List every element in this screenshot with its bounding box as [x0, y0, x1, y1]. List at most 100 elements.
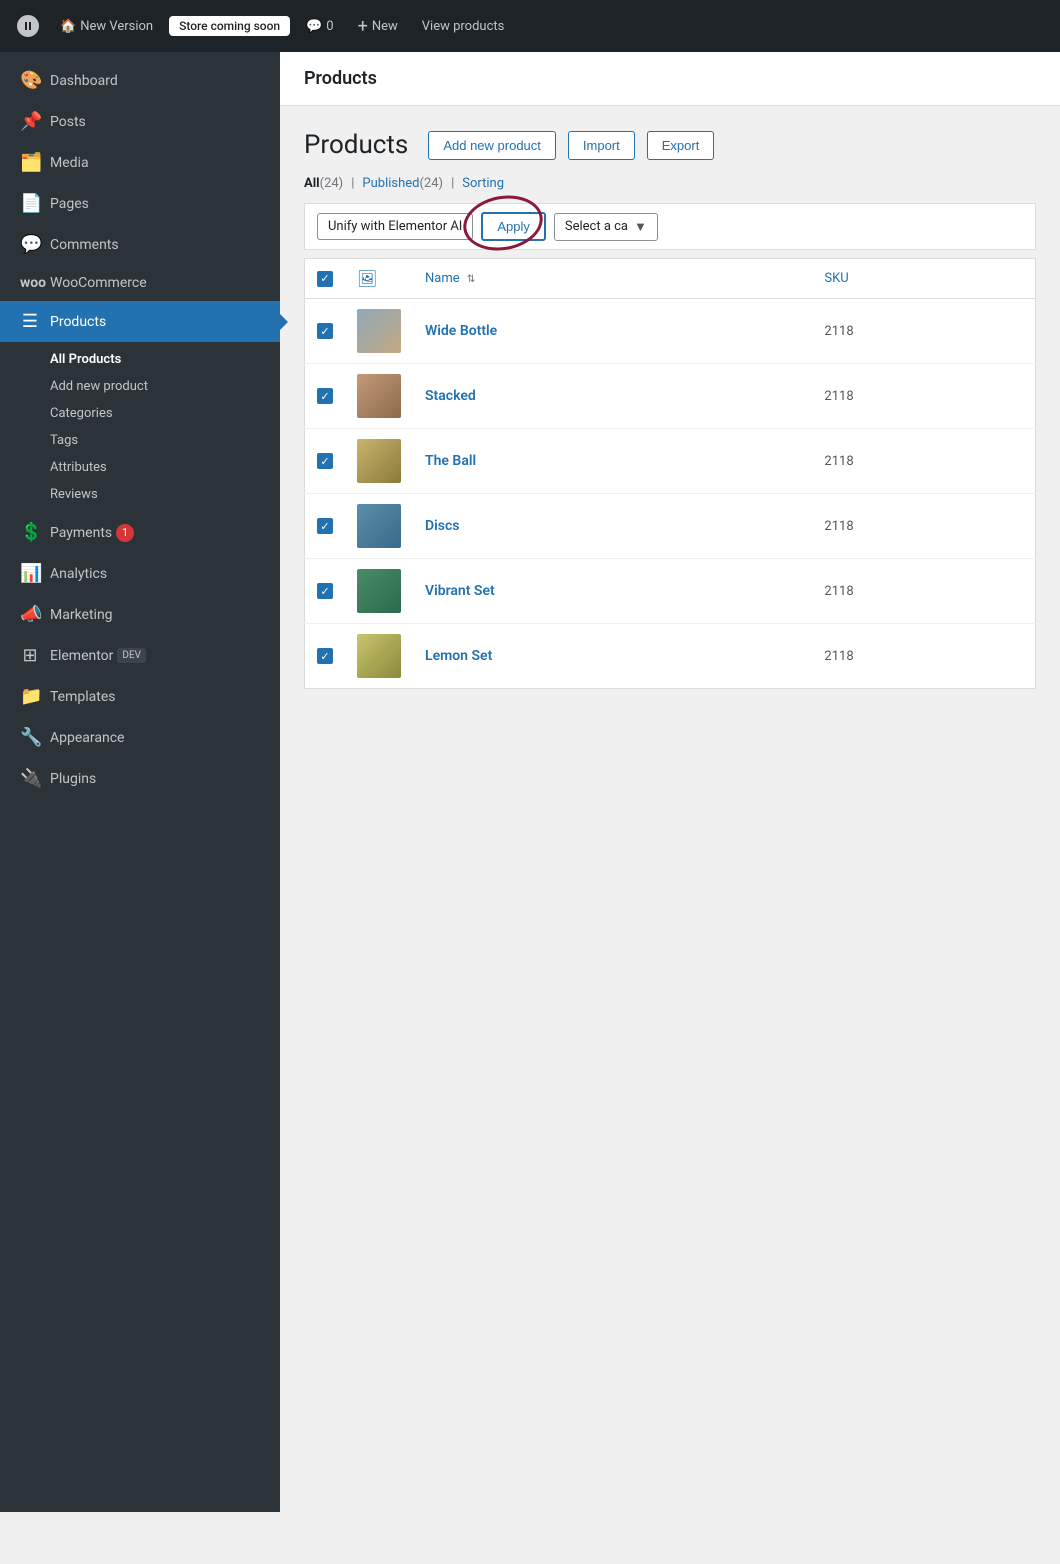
row-sku-cell: 2118 — [812, 429, 1035, 494]
row-name-cell: Stacked — [413, 364, 812, 429]
home-icon: 🏠 — [60, 19, 76, 34]
page-header: Products — [280, 52, 1060, 106]
store-coming-soon-badge[interactable]: Store coming soon — [169, 16, 290, 36]
select-all-checkbox[interactable] — [317, 271, 333, 287]
woocommerce-icon: woo — [20, 275, 40, 291]
product-name-link[interactable]: Lemon Set — [425, 648, 492, 664]
sidebar-item-payments[interactable]: 💲 Payments 1 — [0, 512, 280, 553]
row-checkbox-cell — [305, 299, 346, 364]
row-name-cell: Vibrant Set — [413, 559, 812, 624]
posts-icon: 📌 — [20, 111, 40, 132]
row-checkbox[interactable] — [317, 648, 333, 664]
marketing-icon: 📣 — [20, 604, 40, 625]
comment-bubble-icon: 💬 — [306, 19, 322, 34]
new-item[interactable]: + New — [350, 12, 406, 41]
th-name[interactable]: Name ⇅ — [413, 259, 812, 299]
subitem-reviews[interactable]: Reviews — [0, 481, 280, 508]
row-checkbox[interactable] — [317, 583, 333, 599]
view-products-item[interactable]: View products — [414, 15, 513, 38]
filter-sorting-link[interactable]: Sorting — [462, 176, 504, 191]
sidebar: 🎨 Dashboard 📌 Posts 🗂️ Media 📄 Pages 💬 C… — [0, 52, 280, 1512]
sidebar-item-pages[interactable]: 📄 Pages — [0, 183, 280, 224]
page-title: Products — [304, 68, 1036, 89]
name-sort-icon: ⇅ — [467, 274, 475, 285]
row-checkbox[interactable] — [317, 388, 333, 404]
row-image-cell — [345, 624, 413, 689]
row-checkbox-cell — [305, 624, 346, 689]
row-checkbox[interactable] — [317, 453, 333, 469]
products-icon: ☰ — [20, 311, 40, 332]
row-checkbox[interactable] — [317, 323, 333, 339]
product-thumbnail — [357, 309, 401, 353]
sidebar-item-elementor[interactable]: ⊞ Elementor DEV — [0, 635, 280, 676]
sidebar-item-dashboard[interactable]: 🎨 Dashboard — [0, 60, 280, 101]
row-name-cell: Wide Bottle — [413, 299, 812, 364]
product-name-link[interactable]: Vibrant Set — [425, 583, 495, 599]
products-submenu: All Products Add new product Categories … — [0, 342, 280, 512]
row-checkbox-cell — [305, 364, 346, 429]
apply-button-wrapper: Apply — [481, 212, 546, 241]
sidebar-item-analytics[interactable]: 📊 Analytics — [0, 553, 280, 594]
table-row: Discs 2118 — [305, 494, 1036, 559]
elementor-icon: ⊞ — [20, 645, 40, 666]
sidebar-item-templates[interactable]: 📁 Templates — [0, 676, 280, 717]
product-name-link[interactable]: Discs — [425, 518, 459, 534]
product-name-link[interactable]: The Ball — [425, 453, 476, 469]
sidebar-item-appearance[interactable]: 🔧 Appearance — [0, 717, 280, 758]
payments-icon: 💲 — [20, 522, 40, 543]
apply-button[interactable]: Apply — [481, 212, 546, 241]
sidebar-item-comments[interactable]: 💬 Comments — [0, 224, 280, 265]
product-name-link[interactable]: Wide Bottle — [425, 323, 497, 339]
row-image-cell — [345, 494, 413, 559]
product-name-link[interactable]: Stacked — [425, 388, 476, 404]
products-heading: Products — [304, 130, 408, 160]
subitem-all-products[interactable]: All Products — [0, 346, 280, 373]
sidebar-item-products[interactable]: ☰ Products — [0, 301, 280, 342]
export-button[interactable]: Export — [647, 131, 715, 160]
category-dropdown-icon: ▼ — [634, 219, 647, 235]
row-checkbox[interactable] — [317, 518, 333, 534]
new-version-item[interactable]: 🏠 New Version — [52, 15, 161, 38]
product-thumbnail — [357, 439, 401, 483]
comments-icon: 💬 — [20, 234, 40, 255]
templates-icon: 📁 — [20, 686, 40, 707]
sidebar-item-woocommerce[interactable]: woo WooCommerce — [0, 265, 280, 301]
sidebar-item-posts[interactable]: 📌 Posts — [0, 101, 280, 142]
product-thumbnail — [357, 569, 401, 613]
subitem-add-new-product[interactable]: Add new product — [0, 373, 280, 400]
row-sku-cell: 2118 — [812, 364, 1035, 429]
comments-item[interactable]: 💬 0 — [298, 15, 342, 38]
row-sku-cell: 2118 — [812, 559, 1035, 624]
th-checkbox — [305, 259, 346, 299]
elementor-dev-badge: DEV — [117, 648, 146, 663]
filter-all-label: All — [304, 176, 320, 191]
table-header-row: 🖼 Name ⇅ SKU — [305, 259, 1036, 299]
products-table-wrapper: 🖼 Name ⇅ SKU — [304, 258, 1036, 689]
wp-logo-icon[interactable] — [12, 10, 44, 42]
filter-all-count: (24) — [320, 176, 344, 191]
product-thumbnail — [357, 374, 401, 418]
subitem-tags[interactable]: Tags — [0, 427, 280, 454]
subitem-attributes[interactable]: Attributes — [0, 454, 280, 481]
import-button[interactable]: Import — [568, 131, 635, 160]
filter-sep-1: | — [351, 176, 354, 191]
table-row: Lemon Set 2118 — [305, 624, 1036, 689]
main-content: Products Products Add new product Import… — [280, 52, 1060, 1512]
row-sku-cell: 2118 — [812, 299, 1035, 364]
sidebar-item-plugins[interactable]: 🔌 Plugins — [0, 758, 280, 799]
row-name-cell: The Ball — [413, 429, 812, 494]
subitem-categories[interactable]: Categories — [0, 400, 280, 427]
products-table: 🖼 Name ⇅ SKU — [304, 258, 1036, 689]
add-new-product-button[interactable]: Add new product — [428, 131, 556, 160]
sidebar-item-media[interactable]: 🗂️ Media — [0, 142, 280, 183]
sidebar-item-marketing[interactable]: 📣 Marketing — [0, 594, 280, 635]
filter-sep-2: | — [451, 176, 454, 191]
bulk-action-select[interactable]: Unify with Elementor AI — [317, 213, 473, 240]
row-checkbox-cell — [305, 429, 346, 494]
row-sku-cell: 2118 — [812, 494, 1035, 559]
th-image: 🖼 — [345, 259, 413, 299]
table-row: Stacked 2118 — [305, 364, 1036, 429]
filter-published-link[interactable]: Published — [362, 176, 419, 191]
main-layout: 🎨 Dashboard 📌 Posts 🗂️ Media 📄 Pages 💬 C… — [0, 52, 1060, 1512]
category-select[interactable]: Select a ca ▼ — [554, 213, 658, 241]
